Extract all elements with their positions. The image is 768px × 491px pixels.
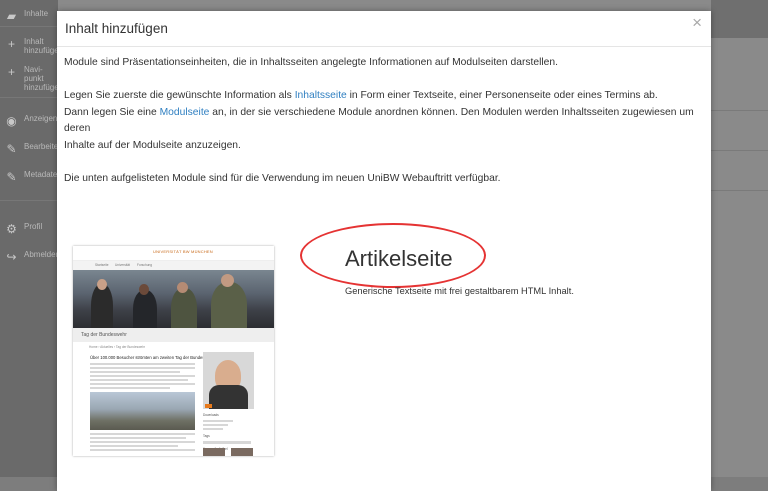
- sidebar-divider: [0, 200, 58, 201]
- logout-icon: ↪: [6, 250, 17, 264]
- intro-paragraph-1: Module sind Präsentationseinheiten, die …: [64, 57, 558, 68]
- modulseite-link[interactable]: Modulseite: [160, 107, 210, 118]
- pencil-icon: ✎: [6, 142, 17, 156]
- thumb-hero-image: [73, 270, 274, 328]
- folder-icon: ▰: [6, 9, 17, 23]
- thumb-text-line: [90, 363, 195, 365]
- plus-icon: +: [7, 37, 15, 51]
- thumb-text-line: [90, 379, 188, 381]
- thumb-side-label: Downloads: [203, 413, 219, 417]
- thumb-text-line: [90, 441, 195, 443]
- background-divider: [711, 110, 768, 111]
- inhaltsseite-link[interactable]: Inhaltsseite: [295, 90, 347, 101]
- intro-paragraph-4: Die unten aufgelisteten Module sind für …: [64, 172, 501, 184]
- modal-title: Inhalt hinzufügen: [65, 21, 168, 36]
- thumb-text-line: [90, 445, 178, 447]
- thumb-article-image: [90, 392, 195, 430]
- module-title[interactable]: Artikelseite: [345, 246, 453, 272]
- thumb-text-line: [90, 449, 195, 451]
- add-content-modal: Inhalt hinzufügen × Module sind Präsenta…: [57, 11, 711, 491]
- thumb-side-line: [203, 441, 251, 444]
- sidebar-divider: [0, 26, 58, 27]
- intro-paragraph-2: Legen Sie zuerste die gewünschte Informa…: [64, 89, 658, 101]
- thumb-text-line: [90, 383, 195, 385]
- sidebar-item-profil[interactable]: ⚙ Profil: [0, 218, 58, 242]
- background-topbar: [711, 0, 768, 38]
- thumb-side-line: [203, 428, 223, 430]
- thumb-logo: UNIVERSITÄT BW MÜNCHEN: [153, 249, 213, 254]
- sidebar-item-inhalt-hinzufuegen[interactable]: + Inhalt hinzufügen: [0, 33, 63, 57]
- intro-paragraph-3: Dann legen Sie eine Modulseite an, in de…: [64, 106, 694, 152]
- thumb-text-line: [90, 375, 195, 377]
- close-icon[interactable]: ×: [692, 14, 702, 32]
- sidebar-item-metadaten[interactable]: ✎ Metadaten: [0, 166, 61, 190]
- gear-icon: ⚙: [6, 222, 17, 236]
- thumb-article-title: Über 100.000 Besucher strömten am zweite…: [90, 355, 214, 360]
- eye-icon: ◉: [6, 114, 17, 128]
- module-thumbnail-artikelseite[interactable]: UNIVERSITÄT BW MÜNCHEN Startseite Univer…: [73, 246, 274, 456]
- thumb-side-label: Tags: [203, 434, 210, 438]
- thumb-caption: Tag der Bundeswehr: [73, 328, 274, 342]
- sidebar-divider: [0, 97, 58, 98]
- thumb-side-line: [203, 420, 233, 422]
- sidebar-item-anzeigen[interactable]: ◉ Anzeigen: [0, 110, 58, 134]
- thumb-text-line: [90, 437, 186, 439]
- plus-icon: +: [7, 65, 15, 79]
- thumb-portrait: [203, 352, 254, 409]
- thumb-text-line: [90, 433, 195, 435]
- modal-header: Inhalt hinzufügen ×: [57, 11, 711, 47]
- thumb-text-line: [90, 367, 195, 369]
- thumb-text-line: [90, 387, 170, 389]
- thumb-small-image: [231, 448, 253, 456]
- thumb-breadcrumb: Home › Aktuelles › Tag der Bundeswehr: [89, 345, 146, 349]
- thumb-header: UNIVERSITÄT BW MÜNCHEN: [73, 246, 274, 261]
- thumb-small-image: [203, 448, 225, 456]
- sidebar-item-bearbeiten[interactable]: ✎ Bearbeiten: [0, 138, 62, 162]
- background-divider: [711, 150, 768, 151]
- background-divider: [711, 190, 768, 191]
- sidebar-item-abmelden[interactable]: ↪ Abmelden: [0, 246, 60, 270]
- module-description: Generische Textseite mit frei gestaltbar…: [345, 286, 574, 296]
- sidebar-item-navipunkt-hinzufuegen[interactable]: + Navi-punkt hinzufügen: [0, 61, 63, 92]
- thumb-nav: Startseite Universität Forschung: [73, 261, 274, 270]
- thumb-side-line: [203, 424, 228, 426]
- pencil-icon: ✎: [6, 170, 17, 184]
- modal-intro-text: Module sind Präsentationseinheiten, die …: [64, 55, 704, 188]
- thumb-text-line: [90, 371, 180, 373]
